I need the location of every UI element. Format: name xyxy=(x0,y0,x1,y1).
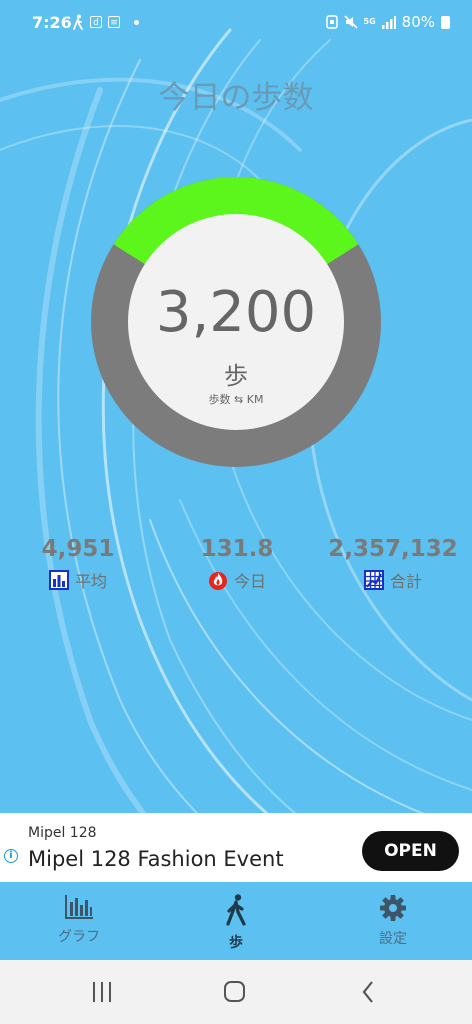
nav-item-steps[interactable]: 歩 xyxy=(176,894,296,952)
stat-today-value: 131.8 xyxy=(200,536,274,562)
ad-title[interactable]: Mipel 128 Fashion Event xyxy=(28,847,284,871)
system-nav-icons xyxy=(93,981,373,1003)
unit-toggle-button[interactable]: 歩数 ⇆ KM xyxy=(156,391,316,407)
step-counter-screen: 7:26 d ≡ 5G 80% 今日の歩数 3,200 歩 歩数 ⇆ KM 4,… xyxy=(0,0,472,1024)
stat-average: 4,951 平均 xyxy=(0,536,158,592)
home-icon[interactable] xyxy=(224,981,245,1002)
walk-icon xyxy=(226,894,246,926)
steps-value: 3,200 xyxy=(155,280,317,345)
bottom-navigation: グラフ 歩 設定 xyxy=(0,882,472,960)
status-time: 7:26 xyxy=(32,13,72,32)
stat-average-value: 4,951 xyxy=(41,536,115,562)
stat-total-value: 2,357,132 xyxy=(328,536,458,562)
flame-icon xyxy=(208,572,227,590)
ad-info-icon[interactable]: i xyxy=(4,849,18,863)
page-title: 今日の歩数 xyxy=(158,80,314,116)
news-icon: ≡ xyxy=(108,16,120,28)
recents-icon[interactable] xyxy=(93,982,111,1002)
ad-banner[interactable]: i Mipel 128 Mipel 128 Fashion Event OPEN xyxy=(0,813,472,882)
network-type: 5G xyxy=(363,17,376,26)
total-grid-icon xyxy=(363,570,384,590)
notification-icons: d ≡ xyxy=(72,14,139,30)
stat-average-label: 平均 xyxy=(74,572,107,591)
steps-unit: 歩 xyxy=(224,362,248,390)
system-navigation-bar xyxy=(0,960,472,1024)
sim-icon xyxy=(325,15,338,29)
battery-percent: 80% xyxy=(401,13,435,31)
nav-item-settings[interactable]: 設定 xyxy=(333,894,453,948)
stat-today-label: 今日 xyxy=(233,572,266,591)
signal-icon xyxy=(381,15,396,29)
status-bar: 7:26 d ≡ 5G 80% xyxy=(0,0,472,46)
back-icon[interactable] xyxy=(362,981,373,1003)
mute-icon xyxy=(343,15,358,29)
average-chart-icon xyxy=(48,570,69,590)
system-icons: 5G 80% xyxy=(325,13,450,31)
ad-advertiser: Mipel 128 xyxy=(28,825,97,841)
stat-total-label: 合計 xyxy=(389,572,422,591)
nav-graph-label: グラフ xyxy=(58,929,100,945)
nav-item-graph[interactable]: グラフ xyxy=(19,894,139,946)
nav-settings-label: 設定 xyxy=(379,931,407,947)
stat-total: 2,357,132 合計 xyxy=(313,536,472,592)
gear-icon xyxy=(380,895,406,921)
stat-today-calories: 131.8 今日 xyxy=(157,536,317,592)
walk-icon xyxy=(73,14,83,30)
d-app-icon: d xyxy=(90,16,102,28)
battery-icon xyxy=(441,15,450,29)
nav-steps-label: 歩 xyxy=(229,935,243,951)
more-notifications-dot xyxy=(134,19,139,25)
ad-open-button[interactable]: OPEN xyxy=(362,831,459,871)
bar-chart-icon xyxy=(65,895,93,919)
